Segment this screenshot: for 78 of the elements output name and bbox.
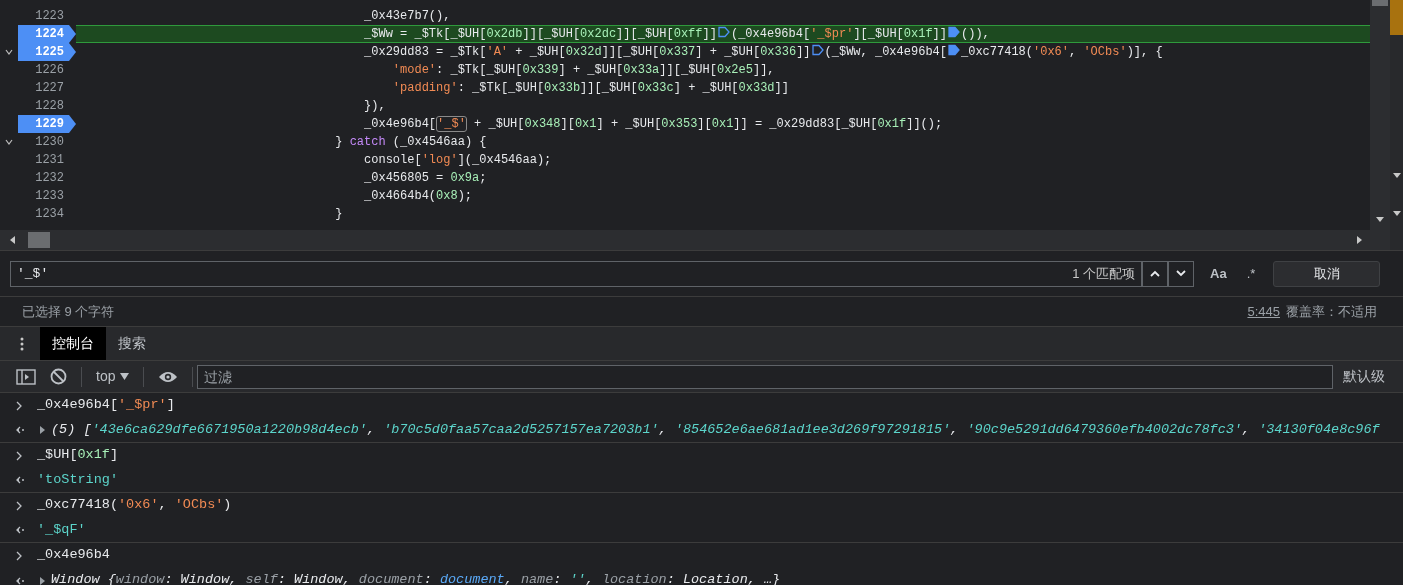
line-number[interactable]: 1225 <box>18 43 76 61</box>
caret-icon[interactable] <box>1391 208 1402 218</box>
prompt-chevron-icon <box>16 500 23 511</box>
result-arrow-icon <box>16 476 26 484</box>
expand-triangle-icon[interactable] <box>37 575 47 585</box>
code-line: _0x29dd83 = _$Tk['A' + _$UH[0x32d]][_$UH[0x337] + _$UH[0x336]] (_$Ww, _0x4e96b4[ _0xc77418('0x6', 'OCbs')], { <box>363 43 1164 61</box>
line-number[interactable]: 1234 <box>18 205 76 223</box>
result-arrow-icon <box>16 526 26 534</box>
prompt-chevron-icon <box>16 400 23 411</box>
code-line: } catch (_0x4546aa) { <box>334 134 488 151</box>
log-levels-dropdown[interactable]: 默认级 <box>1343 366 1386 387</box>
scroll-down-icon[interactable] <box>1375 214 1385 224</box>
caret-icon[interactable] <box>1391 170 1402 180</box>
console-result: '_$qF' <box>37 520 86 539</box>
search-field[interactable]: '_$' 1 个匹配项 <box>10 260 1142 287</box>
chevron-up-icon <box>1150 270 1160 277</box>
console-result: (5) ['43e6ca629dfe6671950a1220b98d4ecb', 'b70c5d0faa57caa2d5257157ea7203b1', '854652e6ae681ad1ee3d269f97291815', '90c9e5291dd6479360efb4002dc78fc3', '34130f04e8c96f <box>51 420 1380 439</box>
cancel-button[interactable]: 取消 <box>1273 260 1381 287</box>
fold-chevron-icon[interactable] <box>5 49 13 55</box>
code-line: _0x456805 = 0x9a; <box>363 170 488 187</box>
console-command: _$UH[0x1f] <box>37 446 119 465</box>
code-line: console['log'](_0x4546aa); <box>363 152 553 169</box>
cursor-position-link[interactable]: 5:445 <box>1247 301 1280 322</box>
vertical-scrollbar[interactable] <box>1370 0 1390 230</box>
code-line: } <box>334 206 344 223</box>
scroll-thumb[interactable] <box>1372 0 1388 6</box>
line-number[interactable]: 1226 <box>18 61 76 79</box>
console-command: _0xc77418('0x6', 'OCbs') <box>37 496 232 515</box>
line-number[interactable]: 1231 <box>18 151 76 169</box>
prompt-chevron-icon <box>16 450 23 461</box>
result-arrow-icon <box>16 576 26 585</box>
match-count: 1 个匹配项 <box>1072 264 1135 283</box>
console-command: _0x4e96b4 <box>37 546 110 565</box>
line-number[interactable]: 1230 <box>18 133 76 151</box>
selection-status: 已选择 9 个字符 <box>22 302 115 321</box>
line-number[interactable]: 1232 <box>18 169 76 187</box>
scroll-right-icon[interactable] <box>1354 235 1364 245</box>
tag-icon[interactable] <box>811 44 824 56</box>
scroll-thumb[interactable] <box>28 232 50 248</box>
drawer-tab[interactable]: 控制台 <box>40 327 106 360</box>
highlight-marker <box>1390 0 1403 35</box>
context-selector[interactable]: top <box>96 366 130 387</box>
more-menu-icon[interactable] <box>20 336 24 351</box>
chevron-down-icon <box>1176 270 1186 277</box>
line-number[interactable]: 1228 <box>18 97 76 115</box>
code-line: 'padding': _$Tk[_$UH[0x33b]][_$UH[0x33c] + _$UH[0x33d]] <box>391 80 790 97</box>
coverage-status: 覆盖率：不适用 <box>1286 302 1377 321</box>
console-command: _0x4e96b4['_$pr'] <box>37 396 175 415</box>
sidebar-toggle-icon[interactable] <box>16 368 36 385</box>
prompt-chevron-icon <box>16 550 23 561</box>
next-match-button[interactable] <box>1168 260 1194 287</box>
scroll-left-icon[interactable] <box>8 235 18 245</box>
result-arrow-icon <box>16 426 26 434</box>
code-line: _0x4e96b4['_$' + _$UH[0x348][0x1] + _$UH[0x353][0x1]] = _0x29dd83[_$UH[0x1f]](); <box>363 115 944 133</box>
filter-field[interactable]: 过滤 <box>197 364 1334 389</box>
previous-match-button[interactable] <box>1142 260 1168 287</box>
line-number[interactable]: 1233 <box>18 187 76 205</box>
drawer-tab[interactable]: 搜索 <box>106 327 158 360</box>
code-line: }), <box>363 98 387 115</box>
console-result: 'toString' <box>37 470 118 489</box>
eye-icon[interactable] <box>158 369 179 384</box>
tag-icon[interactable] <box>948 26 960 38</box>
code-line: _0x4664b4(0x8); <box>363 188 474 205</box>
horizontal-scrollbar[interactable] <box>0 230 1390 250</box>
fold-chevron-icon[interactable] <box>5 139 13 145</box>
expand-triangle-icon[interactable] <box>37 425 47 435</box>
match-case-toggle[interactable]: Aa <box>1210 263 1227 284</box>
clear-console-icon[interactable] <box>50 368 67 385</box>
code-line: _0x43e7b7(), <box>363 8 452 25</box>
line-number[interactable]: 1229 <box>18 115 76 133</box>
regex-toggle[interactable]: .* <box>1246 263 1256 284</box>
dropdown-caret-icon <box>120 373 130 380</box>
line-number[interactable]: 1224 <box>18 25 76 43</box>
search-value: '_$' <box>17 264 49 283</box>
line-number[interactable]: 1223 <box>18 7 76 25</box>
line-number[interactable]: 1227 <box>18 79 76 97</box>
tag-icon[interactable] <box>717 26 730 38</box>
code-line: 'mode': _$Tk[_$UH[0x339] + _$UH[0x33a]][_$UH[0x2e5]], <box>391 62 776 79</box>
